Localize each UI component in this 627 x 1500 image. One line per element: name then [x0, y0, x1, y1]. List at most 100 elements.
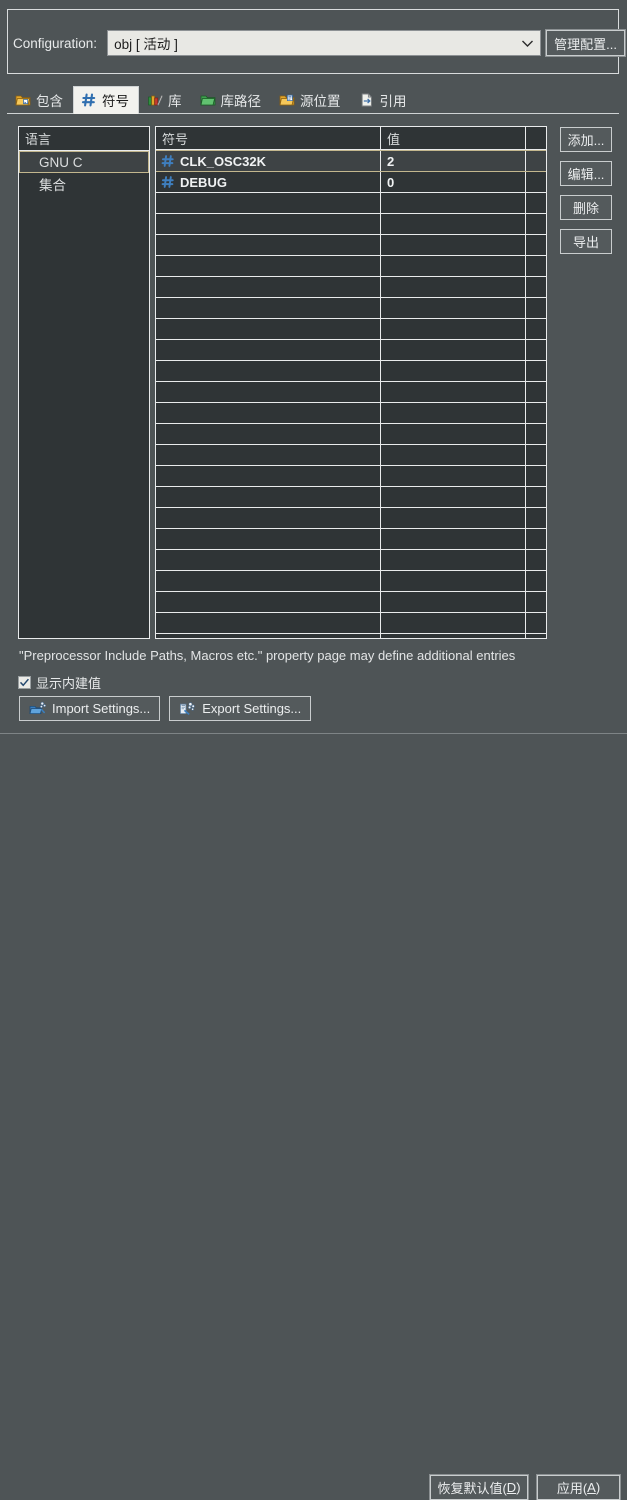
cell-empty [381, 256, 526, 276]
table-row-empty[interactable] [156, 235, 546, 256]
apply-button[interactable]: 应用(A) [536, 1474, 621, 1500]
table-row-empty[interactable] [156, 592, 546, 613]
import-settings-button[interactable]: Import Settings... [19, 696, 161, 721]
export-settings-icon [179, 701, 196, 717]
cell-empty [526, 319, 546, 339]
table-row[interactable]: DEBUG 0 [156, 172, 546, 193]
hash-symbol-icon [161, 175, 175, 189]
language-item-gnu-c[interactable]: GNU C [19, 151, 149, 173]
table-row-empty[interactable] [156, 403, 546, 424]
tab-symbols-label: 符号 [102, 94, 129, 109]
tab-library-paths[interactable]: 库路径 [192, 86, 272, 113]
configuration-combobox[interactable]: obj [ 活动 ] [107, 30, 542, 56]
delete-button[interactable]: 删除 [560, 195, 612, 220]
cell-empty [156, 256, 381, 276]
cell-empty [526, 340, 546, 360]
configuration-row: Configuration: obj [ 活动 ] 管理配置... [13, 29, 627, 57]
table-row-empty[interactable] [156, 508, 546, 529]
cell-empty [381, 193, 526, 213]
table-row-empty[interactable] [156, 361, 546, 382]
manage-configurations-button[interactable]: 管理配置... [545, 29, 627, 57]
tab-references[interactable]: 引用 [351, 86, 417, 113]
table-row-empty[interactable] [156, 424, 546, 445]
export-button[interactable]: 导出 [560, 229, 612, 254]
language-list-panel: 语言 GNU C 集合 [18, 126, 150, 639]
tab-includes[interactable]: 包含 [7, 86, 73, 113]
table-row-empty[interactable] [156, 613, 546, 634]
cell-empty [526, 403, 546, 423]
add-button[interactable]: 添加... [560, 127, 612, 152]
configuration-group: Configuration: obj [ 活动 ] 管理配置... [7, 9, 627, 74]
checkmark-icon [19, 678, 29, 687]
table-row-empty[interactable] [156, 256, 546, 277]
cell-empty [381, 592, 526, 612]
column-header-extra[interactable] [526, 127, 546, 149]
cell-empty [381, 550, 526, 570]
show-builtin-row[interactable]: 显示内建值 [18, 673, 101, 692]
language-item-assembly[interactable]: 集合 [19, 173, 149, 195]
show-builtin-label: 显示内建值 [36, 676, 102, 691]
cell-empty [526, 529, 546, 549]
table-row-empty[interactable] [156, 571, 546, 592]
symbol-name: CLK_OSC32K [180, 153, 266, 169]
cell-empty [381, 214, 526, 234]
table-row-empty[interactable] [156, 445, 546, 466]
table-row-empty[interactable] [156, 319, 546, 340]
cell-empty [381, 361, 526, 381]
restore-defaults-button[interactable]: 恢复默认值(D) [429, 1474, 529, 1500]
tab-libraries[interactable]: 库 [139, 86, 192, 113]
cell-empty [156, 235, 381, 255]
cell-empty [156, 571, 381, 591]
hash-symbol-icon [81, 92, 97, 108]
cell-value: 0 [381, 172, 526, 192]
include-folder-icon [15, 92, 31, 108]
apply-label-prefix: 应用( [556, 1481, 588, 1496]
cell-empty [526, 592, 546, 612]
table-row-empty[interactable] [156, 298, 546, 319]
table-row-empty[interactable] [156, 529, 546, 550]
table-row-empty[interactable] [156, 487, 546, 508]
cell-empty [381, 634, 526, 638]
table-row-empty[interactable] [156, 466, 546, 487]
show-builtin-checkbox[interactable] [18, 676, 31, 689]
table-row-empty[interactable] [156, 193, 546, 214]
tab-symbols[interactable]: 符号 [73, 86, 139, 114]
table-row-empty[interactable] [156, 277, 546, 298]
tab-references-label: 引用 [379, 93, 407, 109]
column-header-value[interactable]: 值 [381, 127, 526, 149]
cell-empty [156, 508, 381, 528]
cell-empty [381, 319, 526, 339]
library-path-folder-icon [200, 92, 216, 108]
cell-empty [381, 508, 526, 528]
cell-empty [156, 529, 381, 549]
table-row-empty[interactable] [156, 214, 546, 235]
cell-empty [526, 634, 546, 638]
column-header-symbol[interactable]: 符号 [156, 127, 381, 149]
restore-defaults-accelerator: D [506, 1480, 517, 1495]
note-text: "Preprocessor Include Paths, Macros etc.… [19, 648, 516, 663]
cell-empty [156, 550, 381, 570]
table-row-empty[interactable] [156, 382, 546, 403]
cell-empty [381, 340, 526, 360]
cell-empty [381, 382, 526, 402]
export-settings-button[interactable]: Export Settings... [169, 696, 312, 721]
language-item-label: 集合 [39, 178, 66, 193]
chevron-down-icon[interactable] [514, 31, 540, 55]
language-item-label: GNU C [39, 154, 83, 170]
cell-empty [381, 424, 526, 444]
table-row-empty[interactable] [156, 340, 546, 361]
restore-defaults-label-suffix: ) [516, 1480, 521, 1495]
table-row-empty[interactable] [156, 634, 546, 638]
table-empty-rows [156, 193, 546, 638]
table-row[interactable]: CLK_OSC32K 2 [156, 150, 546, 172]
cell-empty [381, 466, 526, 486]
edit-button[interactable]: 编辑... [560, 161, 612, 186]
export-settings-label: Export Settings... [202, 701, 302, 716]
cell-empty [156, 445, 381, 465]
cell-empty [156, 214, 381, 234]
configuration-combobox-value: obj [ 活动 ] [114, 37, 178, 52]
cell-empty [526, 361, 546, 381]
tab-source-location[interactable]: 源位置 [271, 86, 351, 113]
tab-libraries-label: 库 [168, 93, 182, 109]
table-row-empty[interactable] [156, 550, 546, 571]
